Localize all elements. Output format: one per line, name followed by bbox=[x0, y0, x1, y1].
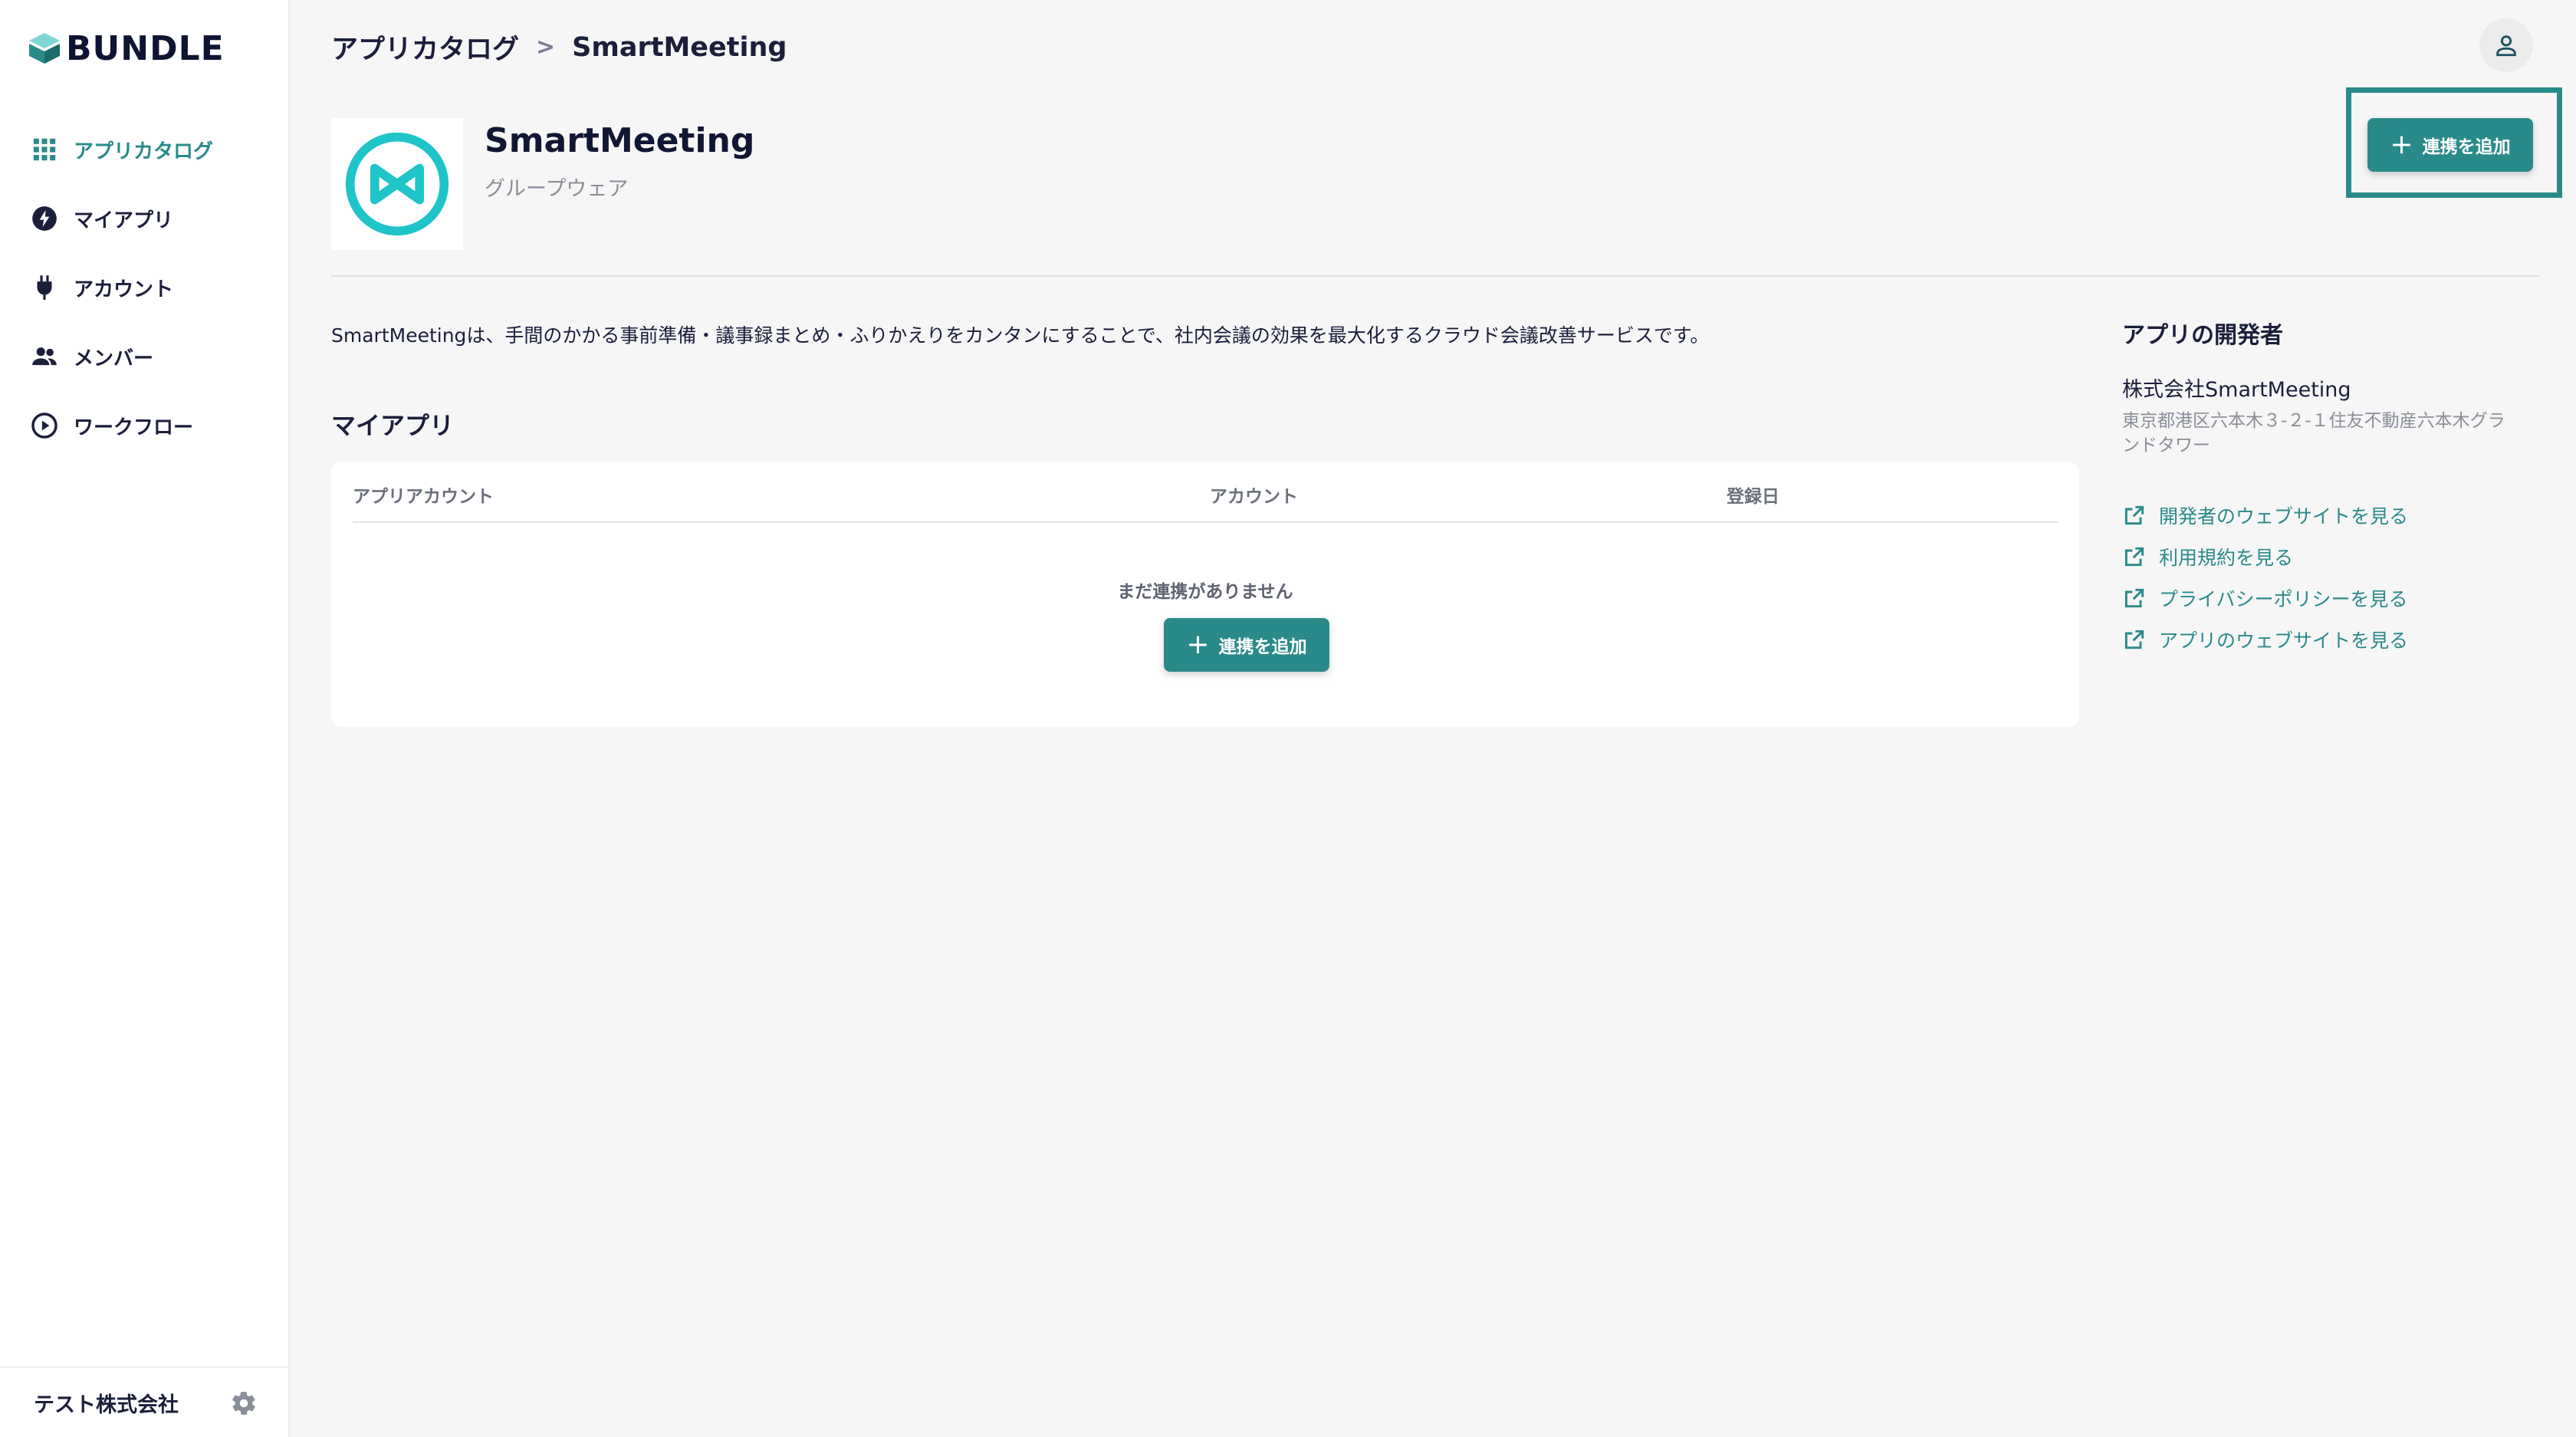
link-label: 利用規約を見る bbox=[2159, 547, 2294, 569]
column-header-app-account: アプリアカウント bbox=[353, 487, 494, 507]
sidebar-item-label: マイアプリ bbox=[74, 209, 174, 232]
plus-icon: + bbox=[2390, 129, 2413, 160]
sidebar-nav: アプリカタログ マイアプリ アカウント メンバー ワークフロー bbox=[0, 115, 288, 460]
app-website-link[interactable]: アプリのウェブサイトを見る bbox=[2122, 619, 2551, 660]
external-link-icon bbox=[2122, 544, 2147, 569]
developer-website-link[interactable]: 開発者のウェブサイトを見る bbox=[2122, 495, 2551, 536]
play-circle-icon bbox=[29, 410, 60, 441]
sidebar-item-my-apps[interactable]: マイアプリ bbox=[0, 184, 288, 253]
link-label: 開発者のウェブサイトを見る bbox=[2159, 505, 2409, 528]
user-avatar-button[interactable] bbox=[2479, 18, 2533, 72]
privacy-policy-link[interactable]: プライバシーポリシーを見る bbox=[2122, 577, 2551, 619]
my-apps-title: マイアプリ bbox=[331, 411, 455, 440]
developer-address: 東京都港区六本木３-２-１住友不動産六本木グランドタワー bbox=[2122, 411, 2505, 455]
plus-icon: + bbox=[1186, 629, 1210, 660]
bundle-logo-icon bbox=[29, 33, 60, 64]
org-name[interactable]: テスト株式会社 bbox=[34, 1388, 179, 1418]
link-label: アプリのウェブサイトを見る bbox=[2159, 630, 2409, 652]
lightning-icon bbox=[29, 203, 60, 234]
add-connection-button-empty[interactable]: + 連携を追加 bbox=[1164, 618, 1329, 672]
terms-of-service-link[interactable]: 利用規約を見る bbox=[2122, 536, 2551, 577]
app-description: SmartMeetingは、手間のかかる事前準備・議事録まとめ・ふりかえりをカン… bbox=[331, 324, 1710, 347]
add-connection-button[interactable]: + 連携を追加 bbox=[2367, 118, 2533, 172]
external-link-icon bbox=[2122, 503, 2147, 528]
add-connection-label: 連携を追加 bbox=[2422, 137, 2511, 157]
grid-icon bbox=[29, 134, 60, 165]
link-label: プライバシーポリシーを見る bbox=[2159, 588, 2408, 610]
app-logo bbox=[331, 118, 463, 250]
developer-title: アプリの開発者 bbox=[2122, 322, 2283, 349]
developer-company: 株式会社SmartMeeting bbox=[2122, 378, 2351, 402]
app-name: SmartMeeting bbox=[485, 121, 755, 160]
my-apps-table: アプリアカウント アカウント 登録日 まだ連携がありません + 連携を追加 bbox=[331, 462, 2079, 727]
sidebar-footer: テスト株式会社 bbox=[0, 1366, 288, 1437]
sidebar: BUNDLE アプリカタログ マイアプリ アカウント メンバー ワークフロー テ… bbox=[0, 0, 290, 1437]
people-icon bbox=[29, 341, 60, 372]
gear-icon[interactable] bbox=[230, 1389, 258, 1417]
column-header-account: アカウント bbox=[1210, 487, 1298, 507]
developer-links: 開発者のウェブサイトを見る 利用規約を見る プライバシーポリシーを見る アプリの… bbox=[2122, 495, 2551, 660]
app-category: グループウェア bbox=[485, 177, 629, 201]
user-icon bbox=[2496, 35, 2516, 57]
empty-state-message: まだ連携がありません bbox=[1117, 582, 1293, 602]
external-link-icon bbox=[2122, 586, 2147, 610]
column-header-registered-date: 登録日 bbox=[1727, 487, 1779, 507]
sidebar-item-workflow[interactable]: ワークフロー bbox=[0, 391, 288, 460]
sidebar-item-label: メンバー bbox=[74, 347, 154, 370]
breadcrumb: アプリカタログ > SmartMeeting bbox=[331, 28, 787, 67]
sidebar-item-label: ワークフロー bbox=[74, 416, 194, 439]
brand-logo[interactable]: BUNDLE bbox=[26, 28, 225, 68]
add-connection-label: 連携を追加 bbox=[1218, 637, 1307, 657]
sidebar-item-app-catalog[interactable]: アプリカタログ bbox=[0, 115, 288, 184]
plug-icon bbox=[29, 272, 60, 303]
breadcrumb-app-catalog-link[interactable]: アプリカタログ bbox=[331, 28, 519, 67]
table-header: アプリアカウント アカウント 登録日 bbox=[353, 462, 2058, 523]
external-link-icon bbox=[2122, 627, 2147, 652]
main-content: アプリカタログ > SmartMeeting SmartMeeting グループ… bbox=[290, 0, 2576, 1437]
breadcrumb-current: SmartMeeting bbox=[572, 31, 787, 63]
sidebar-item-label: アカウント bbox=[74, 278, 174, 301]
smartmeeting-logo-icon bbox=[345, 132, 449, 236]
developer-panel: アプリの開発者 株式会社SmartMeeting 東京都港区六本木３-２-１住友… bbox=[2122, 316, 2551, 660]
sidebar-item-accounts[interactable]: アカウント bbox=[0, 253, 288, 322]
sidebar-item-members[interactable]: メンバー bbox=[0, 322, 288, 391]
sidebar-item-label: アプリカタログ bbox=[74, 140, 214, 163]
brand-name: BUNDLE bbox=[66, 28, 225, 68]
app-header: SmartMeeting グループウェア bbox=[331, 118, 2539, 277]
chevron-right-icon: > bbox=[536, 34, 556, 61]
